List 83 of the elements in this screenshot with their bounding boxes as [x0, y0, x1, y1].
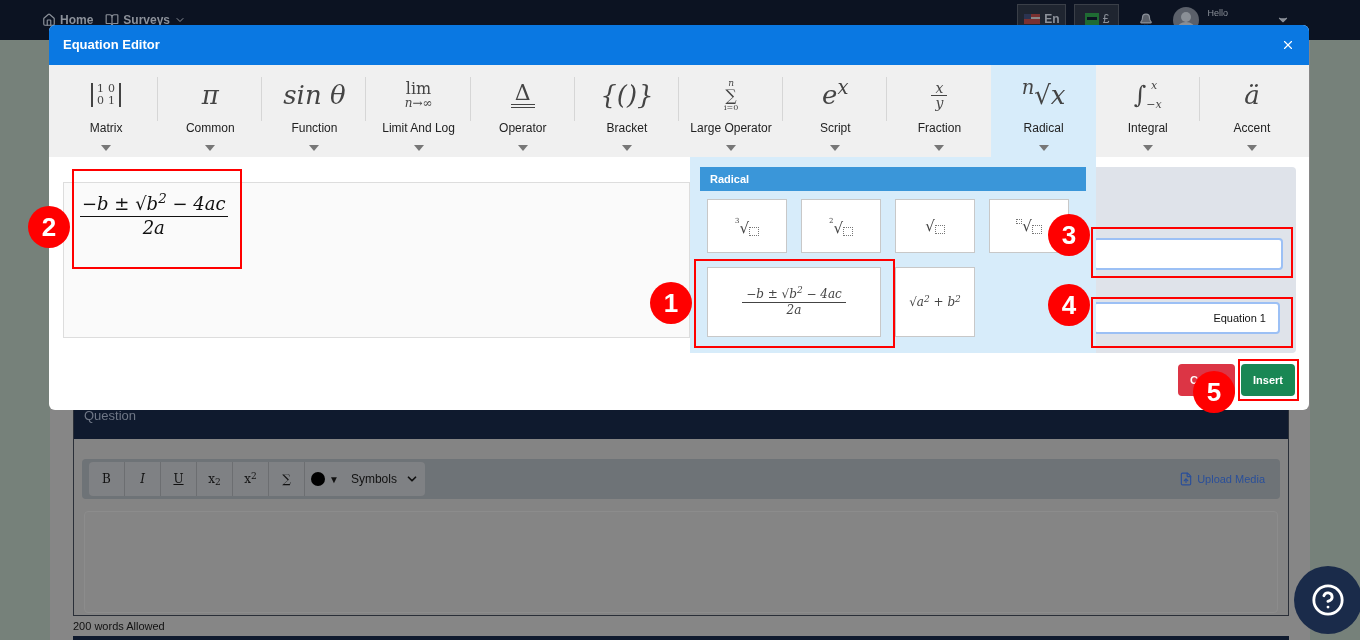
math-subscript: n→∞ [404, 97, 433, 109]
tool-tab[interactable]: e$^{x}$ Script [785, 71, 886, 151]
tool-tab[interactable]: n ∑ i=0 Large Operator [681, 71, 782, 151]
math-symbol: $^{n}$√x [1021, 82, 1066, 108]
dropdown-title: Radical [710, 171, 750, 187]
radical-sign: √ [1022, 218, 1032, 234]
format-button[interactable]: I [125, 462, 161, 496]
nav-link[interactable]: Surveys [105, 11, 187, 29]
math-symbol: sin θ [283, 82, 346, 108]
tool-tab[interactable]: {()} Bracket [576, 71, 677, 151]
close-button[interactable] [1281, 38, 1295, 52]
tool-tab[interactable]: x y Fraction [889, 71, 990, 151]
caret-icon [101, 145, 112, 151]
math-symbol: ∑ [725, 87, 737, 104]
bell-icon [1139, 13, 1154, 27]
radical-sign: √ [739, 220, 749, 236]
tool-tab[interactable]: 1 0 0 1 Matrix [56, 71, 157, 151]
formula-numerator: −b ± √b$^{2}$ − 4ac [742, 286, 846, 303]
caret-icon [621, 145, 632, 151]
formula-expression: √a$^{2}$ + b$^{2}$ [909, 293, 961, 311]
book-icon [105, 13, 120, 27]
section-title: Question [84, 406, 137, 425]
root-index-box-icon [1016, 218, 1023, 224]
tool-tab[interactable]: lim n→∞ Limit And Log [368, 71, 469, 151]
placeholder-box-icon [749, 226, 759, 236]
math-subscript: −x [1146, 99, 1162, 110]
nav-link[interactable]: Home [42, 11, 94, 29]
template-option[interactable]: √ [895, 199, 975, 253]
caret-icon [726, 145, 737, 151]
insert-button[interactable]: Insert [1241, 364, 1295, 396]
step-badge: 2 [28, 206, 70, 248]
caret-icon [413, 145, 424, 151]
math-symbol: {()} [600, 82, 654, 108]
input-field[interactable]: Equation 1 [1093, 302, 1280, 334]
money-icon [1084, 13, 1099, 25]
input-field[interactable] [1093, 238, 1283, 270]
upload-icon [1179, 472, 1194, 486]
dialog-title: Equation Editor [63, 36, 160, 55]
math-symbol: e$^{x}$ [822, 82, 849, 108]
format-button[interactable]: x$^{2}$ [233, 462, 269, 496]
template-option[interactable]: √a$^{2}$ + b$^{2}$ [895, 267, 975, 337]
help-icon [1311, 583, 1345, 617]
format-button[interactable]: B [89, 462, 125, 496]
format-button[interactable]: x$_{2}$ [197, 462, 233, 496]
caret-icon [517, 145, 528, 151]
caret-icon [830, 145, 841, 151]
caret-icon [934, 145, 945, 151]
highlight-frame [1238, 359, 1299, 401]
word-limit-note: 200 words Allowed [73, 619, 165, 634]
placeholder-box-icon [843, 226, 853, 236]
placeholder-box-icon [934, 224, 945, 234]
math-symbol: ∫ [1133, 83, 1147, 107]
greeting-text: Hello [1207, 7, 1228, 20]
format-button[interactable]: ∑ [269, 462, 305, 496]
math-denominator: y [935, 95, 944, 110]
symbols-select[interactable]: Symbols [344, 462, 425, 496]
template-option[interactable]: −b ± √b$^{2}$ − 4ac 2a [707, 267, 881, 337]
color-picker[interactable]: ▼ [305, 462, 345, 496]
caret-icon [205, 145, 216, 151]
math-numerator: x [931, 80, 948, 96]
tool-tab[interactable]: sin θ Function [264, 71, 365, 151]
math-symbol: π [201, 82, 219, 108]
radical-sign: √ [925, 218, 935, 234]
caret-icon [1246, 145, 1257, 151]
formula-denominator: 2a [142, 216, 165, 239]
home-icon [42, 13, 56, 27]
radical-sign: √ [833, 220, 843, 236]
caret-icon [1142, 145, 1153, 151]
math-symbol: ä [1244, 82, 1260, 108]
format-button[interactable]: U [161, 462, 197, 496]
math-superscript: n [728, 78, 734, 88]
caret-icon [1038, 145, 1049, 151]
math-symbol: lim [405, 81, 432, 97]
tool-tab[interactable]: π Common [160, 71, 261, 151]
formula-numerator: −b ± √b$^{2}$ − 4ac [80, 193, 228, 217]
placeholder-box-icon [1031, 224, 1042, 234]
math-subscript: i=0 [723, 103, 739, 112]
flag-icon [1024, 14, 1041, 24]
tool-tab[interactable]: ä Accent [1201, 71, 1302, 151]
formula-denominator: 2a [786, 302, 802, 318]
caret-icon [309, 145, 320, 151]
tool-tab[interactable]: Δ Operator [472, 71, 573, 151]
math-superscript: x [1149, 80, 1159, 91]
